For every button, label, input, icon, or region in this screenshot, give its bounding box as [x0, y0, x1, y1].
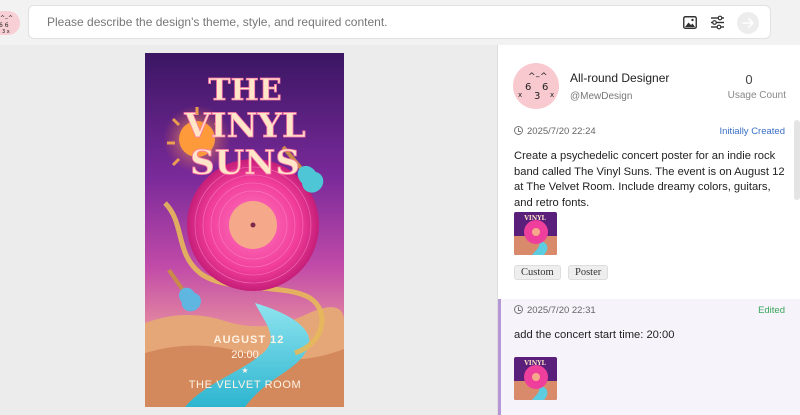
svg-text:^–^: ^–^: [0, 15, 13, 22]
user-avatar[interactable]: ^–^ 6 6 3 x: [0, 11, 20, 35]
history-entry-selected[interactable]: 2025/7/20 22:31 Edited add the concert s…: [498, 299, 800, 415]
clock-icon: [514, 305, 523, 314]
tag-poster[interactable]: Poster: [568, 265, 609, 280]
history-entry[interactable]: 2025/7/20 22:24 Initially Created Create…: [498, 120, 800, 299]
svg-text:VINYL: VINYL: [523, 215, 546, 222]
svg-text:x: x: [518, 91, 522, 99]
entry-thumbnail[interactable]: VINYL: [514, 212, 557, 255]
entry-description: add the concert start time: 20:00: [514, 329, 675, 341]
usage-count: 0: [745, 72, 753, 87]
poster-title-line: THE: [208, 73, 282, 108]
svg-text:6 6: 6 6: [0, 22, 9, 29]
entry-status: Initially Created: [719, 126, 785, 137]
sliders-icon[interactable]: [710, 15, 725, 35]
poster-star: ★: [241, 366, 248, 375]
poster-date: AUGUST 12: [214, 334, 285, 346]
poster-title-line: SUNS: [190, 143, 300, 183]
arrow-right-icon: [742, 18, 754, 28]
panel-scrollbar[interactable]: [794, 120, 800, 200]
top-bar: ^–^ 6 6 3 x: [0, 0, 800, 45]
designer-handle: @MewDesign: [570, 91, 633, 102]
svg-text:^–^: ^–^: [528, 72, 548, 82]
tag-custom[interactable]: Custom: [514, 265, 561, 280]
svg-text:6: 6: [525, 82, 531, 93]
poster-title-line: VINYL: [183, 106, 306, 146]
poster-venue: THE VELVET ROOM: [189, 379, 302, 391]
clock-icon: [514, 126, 523, 135]
prompt-box: [28, 5, 771, 39]
svg-text:6: 6: [542, 82, 548, 93]
entry-status: Edited: [758, 305, 785, 316]
history-panel: ^–^ 6 6 x 3 x All-round Designer @MewDes…: [497, 45, 800, 415]
send-button[interactable]: [737, 12, 759, 34]
svg-text:3: 3: [534, 91, 540, 102]
entry-thumbnail[interactable]: VINYL: [514, 357, 557, 400]
poster-time: 20:00: [231, 349, 259, 361]
svg-text:x: x: [550, 91, 554, 99]
svg-text:VINYL: VINYL: [523, 360, 546, 367]
entry-timestamp: 2025/7/20 22:31: [514, 305, 596, 316]
design-canvas: THE VINYL SUNS AUGUST 12 20:00 ★ THE VEL…: [0, 45, 497, 415]
image-icon[interactable]: [683, 16, 697, 34]
usage-count-label: Usage Count: [727, 90, 786, 101]
entry-timestamp: 2025/7/20 22:24: [514, 126, 596, 137]
svg-text:3 x: 3 x: [2, 29, 10, 35]
entry-description: Create a psychedelic concert poster for …: [514, 150, 785, 209]
prompt-input[interactable]: [45, 14, 609, 30]
poster-preview[interactable]: THE VINYL SUNS AUGUST 12 20:00 ★ THE VEL…: [145, 53, 344, 407]
designer-name: All-round Designer: [570, 71, 670, 85]
designer-avatar: ^–^ 6 6 x 3 x: [513, 63, 559, 109]
